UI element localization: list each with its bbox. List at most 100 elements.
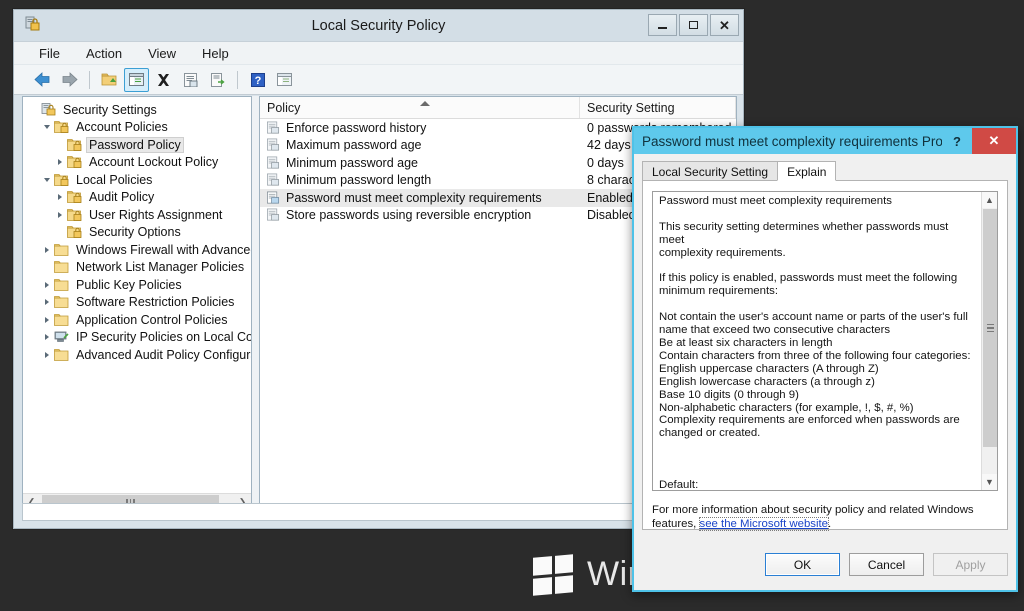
toolbar-separator (89, 70, 90, 89)
scroll-down-arrow-icon[interactable]: ▼ (982, 474, 997, 490)
console-body: Security Settings Account Policies Passwor… (22, 96, 737, 511)
tree-item-account-lockout-policy[interactable]: Account Lockout Policy (27, 154, 251, 172)
tree-item-label: Security Options (89, 225, 181, 240)
scroll-up-arrow-icon[interactable]: ▲ (982, 192, 997, 208)
help-button[interactable]: ? (245, 68, 270, 92)
policy-name-label: Maximum password age (286, 138, 422, 153)
tree-item-label: Account Policies (76, 120, 168, 135)
dialog-help-button[interactable]: ? (942, 128, 972, 154)
show-hide-console-tree-button[interactable] (124, 67, 149, 92)
forward-button[interactable] (57, 68, 82, 92)
back-icon (34, 72, 50, 87)
expand-arrow-icon[interactable] (53, 208, 67, 222)
menu-bar: File Action View Help (14, 41, 743, 65)
tree-item-application-control-policies[interactable]: Application Control Policies (27, 311, 251, 329)
menu-view[interactable]: View (145, 44, 179, 63)
cancel-button[interactable]: Cancel (849, 553, 924, 576)
minimize-button[interactable] (648, 14, 677, 36)
explain-textbox[interactable]: Password must meet complexity requiremen… (652, 191, 998, 491)
dialog-close-button[interactable]: ✕ (972, 128, 1016, 154)
tree-item-security-settings[interactable]: Security Settings (27, 101, 251, 119)
tree-item-label: Password Policy (86, 136, 184, 153)
tree-item-label: IP Security Policies on Local Compute (76, 330, 251, 345)
tree-item-audit-policy[interactable]: Audit Policy (27, 189, 251, 207)
column-header-policy[interactable]: Policy (260, 97, 580, 118)
sort-ascending-icon (419, 101, 430, 106)
tree-item-windows-firewall-with-advanced-secu[interactable]: Windows Firewall with Advanced Secu (27, 241, 251, 259)
mmc-titlebar[interactable]: Local Security Policy ✕ (14, 10, 743, 41)
tree-item-account-policies[interactable]: Account Policies (27, 119, 251, 137)
expand-arrow-icon[interactable] (40, 295, 54, 309)
explain-vertical-scrollbar[interactable]: ▲ ▼ (981, 192, 997, 490)
policy-name-cell: Password must meet complexity requiremen… (260, 191, 580, 205)
policy-name-label: Enforce password history (286, 120, 427, 135)
expand-arrow-icon[interactable] (53, 155, 67, 169)
dialog-title: Password must meet complexity requiremen… (642, 133, 955, 149)
tree-item-advanced-audit-policy-configuration[interactable]: Advanced Audit Policy Configuration (27, 346, 251, 364)
maximize-icon (689, 21, 698, 29)
tree-item-user-rights-assignment[interactable]: User Rights Assignment (27, 206, 251, 224)
policy-item-icon (267, 156, 280, 169)
policy-name-label: Store passwords using reversible encrypt… (286, 208, 532, 223)
ok-button[interactable]: OK (765, 553, 840, 576)
expand-arrow-icon[interactable] (53, 190, 67, 204)
menu-file[interactable]: File (36, 44, 63, 63)
policy-folder-icon (67, 138, 82, 151)
tree-item-security-options[interactable]: Security Options (27, 224, 251, 242)
tree-item-network-list-manager-policies[interactable]: Network List Manager Policies (27, 259, 251, 277)
explain-text-content: Password must meet complexity requiremen… (659, 195, 971, 490)
policy-item-icon (267, 121, 280, 134)
tree-item-label: Windows Firewall with Advanced Secu (76, 242, 251, 257)
dialog-titlebar[interactable]: Password must meet complexity requiremen… (634, 128, 1016, 154)
policy-folder-icon (67, 156, 82, 169)
policy-item-icon (267, 191, 280, 204)
policy-name-cell: Store passwords using reversible encrypt… (260, 208, 580, 222)
tree-item-label: Public Key Policies (76, 277, 182, 292)
folder-icon (54, 278, 69, 291)
back-button[interactable] (30, 68, 55, 92)
properties-button[interactable] (178, 68, 203, 92)
column-header-security-setting[interactable]: Security Setting (580, 97, 736, 118)
security-policy-icon (25, 16, 40, 31)
maximize-button[interactable] (679, 14, 708, 36)
tab-explain[interactable]: Explain (777, 161, 837, 181)
toolbar-separator-2 (237, 70, 238, 89)
delete-button[interactable] (151, 68, 176, 92)
tree-item-password-policy[interactable]: Password Policy (27, 136, 251, 154)
show-hide-action-pane-button[interactable] (272, 68, 297, 92)
export-list-icon (211, 72, 225, 87)
tree-item-label: Security Settings (63, 102, 157, 117)
tree-item-local-policies[interactable]: Local Policies (27, 171, 251, 189)
policy-item-icon (267, 173, 280, 186)
folder-icon (54, 261, 69, 274)
explain-tab-panel: Password must meet complexity requiremen… (642, 180, 1008, 531)
explain-scroll-thumb[interactable] (983, 209, 997, 447)
collapse-arrow-icon[interactable] (40, 173, 54, 187)
policy-folder-icon (67, 226, 82, 239)
forward-icon (62, 72, 78, 87)
policy-name-cell: Minimum password length (260, 173, 580, 187)
expand-arrow-icon[interactable] (40, 278, 54, 292)
tab-local-security-setting[interactable]: Local Security Setting (642, 161, 779, 181)
expand-arrow-icon[interactable] (40, 313, 54, 327)
menu-action[interactable]: Action (83, 44, 125, 63)
expand-arrow-icon[interactable] (40, 330, 54, 344)
export-list-button[interactable] (205, 68, 230, 92)
dialog-tabs: Local Security Setting Explain (642, 161, 1008, 181)
menu-help[interactable]: Help (199, 44, 232, 63)
console-tree: Security Settings Account Policies Passwor… (23, 97, 251, 490)
policy-item-icon (267, 208, 280, 221)
expand-arrow-icon[interactable] (40, 243, 54, 257)
microsoft-website-link[interactable]: see the Microsoft website (698, 517, 830, 531)
tree-item-ip-security-policies-on-local-compute[interactable]: IP Security Policies on Local Compute (27, 329, 251, 347)
tree-item-public-key-policies[interactable]: Public Key Policies (27, 276, 251, 294)
up-one-level-button[interactable] (97, 68, 122, 92)
expand-arrow-icon[interactable] (40, 348, 54, 362)
status-bar (22, 503, 737, 521)
policy-name-label: Password must meet complexity requiremen… (286, 190, 542, 205)
collapse-arrow-icon[interactable] (40, 120, 54, 134)
tree-item-software-restriction-policies[interactable]: Software Restriction Policies (27, 294, 251, 312)
close-button[interactable]: ✕ (710, 14, 739, 36)
close-icon: ✕ (719, 17, 730, 33)
